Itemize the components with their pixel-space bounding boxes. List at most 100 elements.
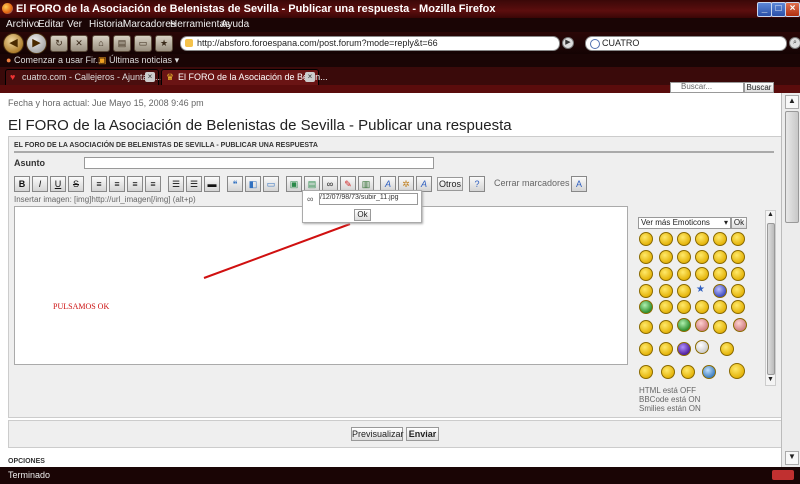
bookmark-start[interactable]: ● Comenzar a usar Fir... (6, 55, 103, 65)
smiley-icon[interactable] (720, 342, 734, 356)
smiley-icon[interactable] (731, 250, 745, 264)
forward-icon[interactable]: ▶ (26, 33, 47, 54)
smiley-icon[interactable] (639, 267, 653, 281)
emoticon-ok-button[interactable]: Ok (731, 217, 747, 229)
smiley-icon[interactable] (733, 318, 747, 332)
smiley-icon[interactable] (659, 284, 673, 298)
search-engine-icon[interactable] (590, 39, 600, 49)
underline-button[interactable]: U (50, 176, 66, 192)
smiley-icon[interactable] (677, 284, 691, 298)
smiley-icon[interactable] (702, 365, 716, 379)
smiley-icon[interactable] (659, 320, 673, 334)
smiley-icon[interactable] (713, 320, 727, 334)
smiley-icon[interactable] (659, 342, 673, 356)
emoticon-scroll-thumb[interactable] (767, 223, 775, 375)
menu-editar[interactable]: Editar (38, 19, 64, 30)
smiley-icon[interactable] (713, 300, 727, 314)
smiley-icon[interactable] (639, 284, 653, 298)
back-icon[interactable]: ◀ (3, 33, 24, 54)
smiley-icon[interactable] (639, 342, 653, 356)
smiley-icon[interactable] (713, 284, 727, 298)
image-icon[interactable]: ▣ (286, 176, 302, 192)
menu-ver[interactable]: Ver (67, 19, 82, 30)
reload-icon[interactable]: ↻ (50, 35, 68, 52)
smiley-icon[interactable] (677, 300, 691, 314)
smiley-icon[interactable] (661, 365, 675, 379)
send-button[interactable]: Enviar (406, 427, 439, 441)
emoticon-scrollbar[interactable]: ▲ ▼ (765, 210, 776, 386)
smiley-icon[interactable] (681, 365, 695, 379)
align-center-icon[interactable]: ≡ (109, 176, 125, 192)
others-button[interactable]: Otros (437, 177, 463, 191)
smiley-icon[interactable] (713, 250, 727, 264)
bullet-list-icon[interactable]: ☰ (168, 176, 184, 192)
close-tags-link[interactable]: Cerrar marcadores (494, 178, 570, 188)
smiley-icon[interactable] (639, 300, 653, 314)
smiley-icon[interactable] (695, 340, 709, 354)
go-icon[interactable]: ▶ (562, 37, 574, 49)
smiley-icon[interactable] (677, 342, 691, 356)
smiley-icon[interactable] (695, 267, 709, 281)
smiley-icon[interactable] (695, 300, 709, 314)
smiley-icon[interactable] (695, 318, 709, 332)
close-tab-icon[interactable]: × (145, 72, 155, 82)
address-bar[interactable]: http://absforo.foroespana.com/post.forum… (180, 36, 560, 51)
smiley-icon[interactable] (639, 320, 653, 334)
preview-button[interactable]: Previsualizar (351, 427, 404, 441)
page-scroll-down-icon[interactable]: ▼ (785, 451, 799, 465)
menu-ayuda[interactable]: Ayuda (221, 19, 249, 30)
page-scroll-thumb[interactable] (785, 111, 799, 223)
emoticon-select[interactable]: Ver más Emoticons ▾ (638, 217, 731, 229)
search-go-icon[interactable]: ⌕ (789, 37, 800, 49)
smiley-icon[interactable] (695, 250, 709, 264)
smiley-icon[interactable] (713, 267, 727, 281)
status-addon-icon[interactable] (772, 470, 794, 480)
help-icon[interactable]: ? (469, 176, 485, 192)
stop-icon[interactable]: ✕ (70, 35, 88, 52)
quote-icon[interactable]: ❝ (227, 176, 243, 192)
spoiler-icon[interactable]: ▭ (263, 176, 279, 192)
forum-search-input[interactable]: Buscar... (670, 82, 744, 93)
menu-marcadores[interactable]: Marcadores (123, 19, 176, 30)
smiley-icon[interactable] (731, 284, 745, 298)
italic-button[interactable]: I (32, 176, 48, 192)
subject-input[interactable] (84, 157, 434, 169)
maximize-button[interactable]: □ (771, 2, 786, 17)
page-scrollbar[interactable]: ▲ ▼ (781, 93, 800, 467)
bookmark-star-icon[interactable]: ★ (155, 35, 173, 52)
smiley-icon[interactable] (639, 250, 653, 264)
menu-archivo[interactable]: Archivo (6, 19, 39, 30)
align-left-icon[interactable]: ≡ (91, 176, 107, 192)
smiley-icon[interactable] (659, 250, 673, 264)
tab-foro[interactable]: ♛ El FORO de la Asociación de Belen... × (161, 69, 328, 85)
minimize-button[interactable]: _ (757, 2, 772, 17)
numbered-list-icon[interactable]: ☰ (186, 176, 202, 192)
forum-search-button[interactable]: Buscar (744, 82, 774, 93)
smiley-icon[interactable] (731, 300, 745, 314)
star-icon[interactable]: ★ (696, 284, 705, 295)
smiley-icon[interactable] (731, 267, 745, 281)
close-window-button[interactable]: × (785, 2, 800, 17)
search-box[interactable]: CUATRO (585, 36, 787, 51)
page-scroll-up-icon[interactable]: ▲ (785, 95, 799, 109)
smiley-icon[interactable] (659, 300, 673, 314)
menu-historial[interactable]: Historial (89, 19, 125, 30)
smiley-icon[interactable] (677, 267, 691, 281)
smiley-icon[interactable] (659, 267, 673, 281)
code-icon[interactable]: ◧ (245, 176, 261, 192)
smiley-icon[interactable] (713, 232, 727, 246)
smiley-icon[interactable] (659, 232, 673, 246)
bookmark-news[interactable]: ▣ Últimas noticias ▾ (98, 55, 179, 66)
smiley-icon[interactable] (695, 232, 709, 246)
scroll-down-icon[interactable]: ▼ (766, 376, 775, 385)
smiley-icon[interactable] (639, 365, 653, 379)
sun-smiley-icon[interactable] (729, 363, 745, 379)
bold-button[interactable]: B (14, 176, 30, 192)
smiley-icon[interactable] (677, 250, 691, 264)
horizontal-rule-icon[interactable]: ▬ (204, 176, 220, 192)
image-url-input[interactable]: /12/07/98/73/subir_11.jpg (319, 193, 418, 205)
align-justify-icon[interactable]: ≡ (145, 176, 161, 192)
scroll-up-icon[interactable]: ▲ (766, 211, 775, 220)
smiley-icon[interactable] (677, 232, 691, 246)
popup-ok-button[interactable]: Ok (354, 209, 371, 221)
